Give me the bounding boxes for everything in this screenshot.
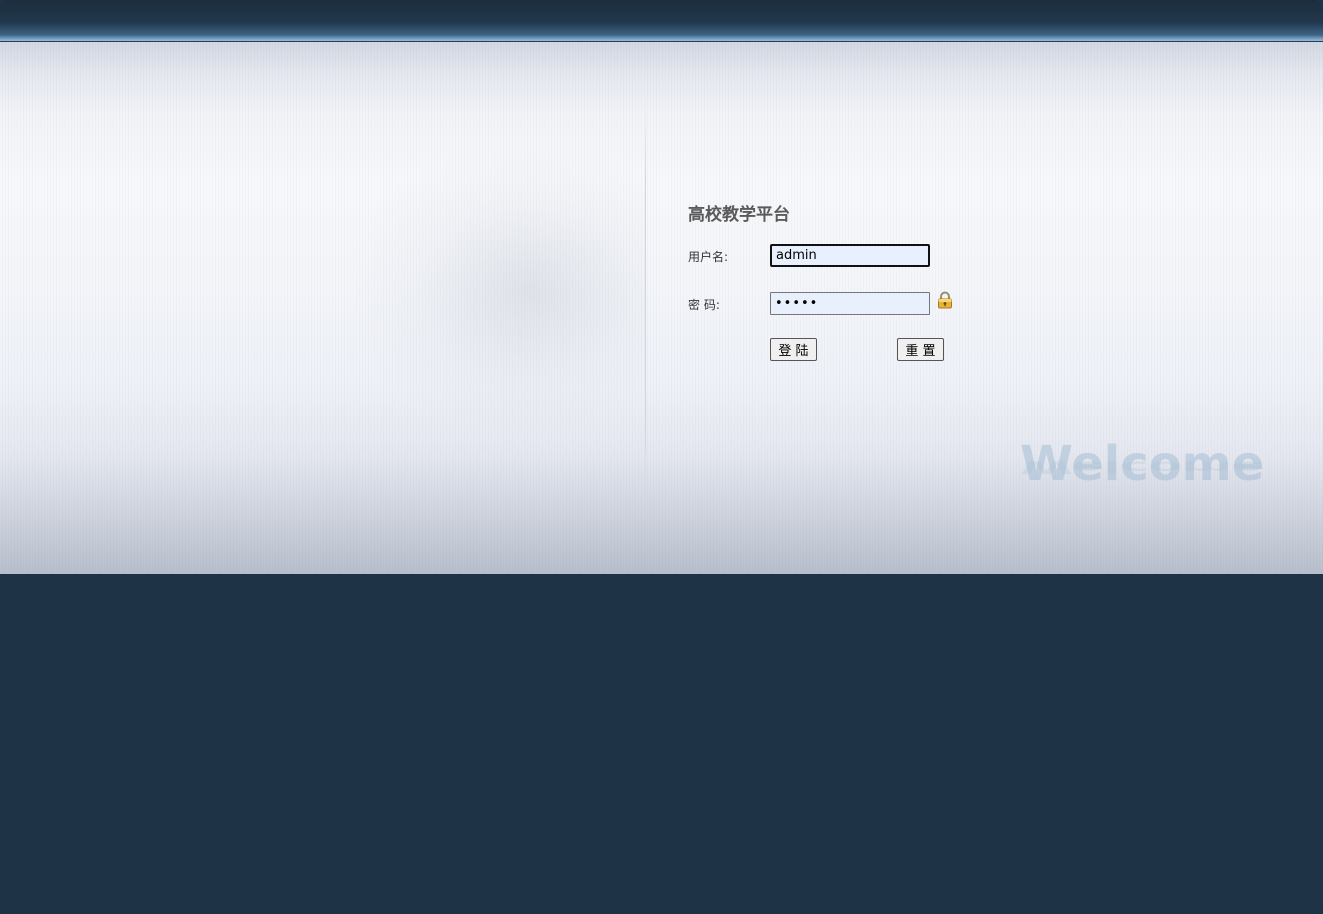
password-label: 密 码:	[688, 298, 720, 312]
username-input[interactable]	[770, 244, 930, 267]
platform-title: 高校教学平台	[688, 205, 790, 225]
panel-divider	[645, 100, 646, 500]
decorative-glow	[355, 150, 645, 430]
welcome-reflection: Welcome	[1020, 457, 1265, 477]
username-label: 用户名:	[688, 250, 729, 264]
password-input[interactable]	[770, 292, 930, 315]
padlock-icon	[937, 291, 953, 309]
top-header-bar	[0, 0, 1323, 42]
login-window: 高校教学平台 用户名: 密 码: 登 陆 重 置 Welcome Welcome	[0, 0, 1323, 914]
login-button[interactable]: 登 陆	[770, 338, 817, 361]
login-panel	[0, 42, 1323, 574]
reset-button[interactable]: 重 置	[897, 338, 944, 361]
